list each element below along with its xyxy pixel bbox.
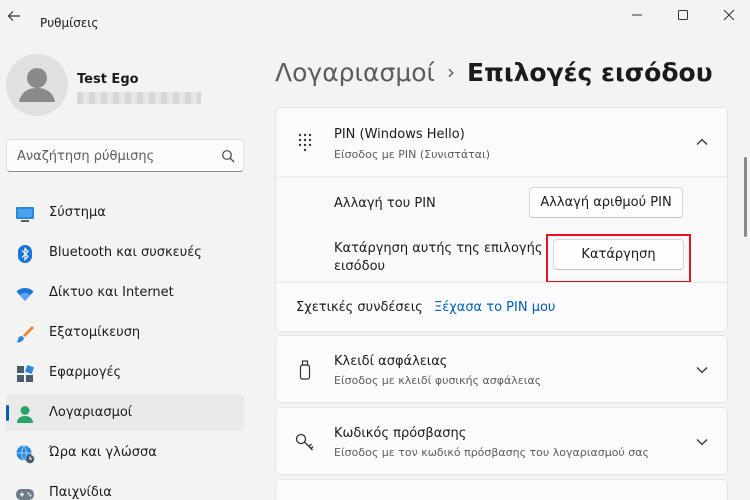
search-box[interactable]: Αναζήτηση ρύθμισης	[6, 139, 244, 172]
active-indicator	[6, 405, 9, 421]
security-key-title: Κλειδί ασφάλειας	[334, 354, 448, 369]
sidebar-item-network[interactable]: Δίκτυο και Internet	[6, 275, 244, 311]
sidebar-item-personalization[interactable]: Εξατομίκευση	[6, 315, 244, 351]
sidebar-item-gaming[interactable]: Παιχνίδια	[6, 475, 244, 500]
related-links: Σχετικές συνδέσεις Ξέχασα το PIN μου	[276, 282, 727, 331]
password-card[interactable]: Κωδικός πρόσβασης Είσοδος με τον κωδικό …	[275, 407, 728, 475]
search-icon[interactable]	[221, 149, 235, 163]
pin-card-body: Αλλαγή του PIN Αλλαγή αριθμού PIN Κατάργ…	[276, 176, 727, 283]
user-email-redacted	[77, 92, 201, 104]
usb-key-icon	[299, 360, 311, 380]
forgot-pin-link[interactable]: Ξέχασα το PIN μου	[434, 300, 555, 315]
next-card-partial[interactable]	[275, 479, 728, 500]
close-icon	[723, 9, 735, 21]
wifi-icon	[16, 287, 34, 301]
system-icon	[16, 207, 34, 222]
avatar[interactable]	[6, 54, 68, 116]
breadcrumb-separator: ›	[447, 60, 455, 84]
minimize-button[interactable]	[622, 4, 652, 26]
pin-card-header[interactable]: PIN (Windows Hello) Είσοδος με PIN (Συνι…	[276, 108, 727, 176]
close-button[interactable]	[714, 4, 744, 26]
sidebar-item-bluetooth[interactable]: Bluetooth και συσκευές	[6, 235, 244, 271]
apps-icon	[17, 365, 34, 382]
pin-card: PIN (Windows Hello) Είσοδος με PIN (Συνι…	[275, 107, 728, 332]
change-pin-button[interactable]: Αλλαγή αριθμού PIN	[529, 187, 683, 218]
gamepad-icon	[16, 489, 34, 500]
page-title: Επιλογές εισόδου	[467, 58, 713, 87]
maximize-button[interactable]	[668, 4, 698, 26]
key-icon	[295, 433, 314, 451]
minimize-icon	[632, 14, 642, 16]
remove-pin-label-line1: Κατάργηση αυτής της επιλογής	[334, 241, 543, 256]
password-subtitle: Είσοδος με τον κωδικό πρόσβασης του λογα…	[334, 446, 649, 459]
brush-icon	[16, 326, 34, 343]
maximize-icon	[678, 10, 688, 20]
security-key-subtitle: Είσοδος με κλειδί φυσικής ασφάλειας	[334, 374, 542, 387]
remove-pin-button[interactable]: Κατάργηση	[553, 239, 684, 270]
user-name: Test Ego	[77, 72, 139, 87]
breadcrumb-parent[interactable]: Λογαριασμοί	[275, 58, 435, 87]
sidebar-item-apps[interactable]: Εφαρμογές	[6, 355, 244, 391]
scrollbar[interactable]	[744, 157, 747, 237]
accounts-icon	[17, 406, 33, 423]
change-pin-label: Αλλαγή του PIN	[334, 196, 436, 211]
chevron-down-icon[interactable]	[695, 363, 709, 377]
bluetooth-icon	[18, 245, 32, 263]
sidebar-item-time-language[interactable]: Ώρα και γλώσσα	[6, 435, 244, 471]
sidebar-item-accounts[interactable]: Λογαριασμοί	[6, 395, 244, 431]
arrow-left-icon	[7, 11, 20, 21]
person-icon	[19, 68, 55, 102]
app-title: Ρυθμίσεις	[40, 16, 99, 30]
related-links-label: Σχετικές συνδέσεις	[296, 300, 423, 315]
search-input[interactable]: Αναζήτηση ρύθμισης	[17, 149, 154, 164]
title-bar: Ρυθμίσεις	[0, 0, 750, 32]
security-key-card[interactable]: Κλειδί ασφάλειας Είσοδος με κλειδί φυσικ…	[275, 335, 728, 403]
keypad-icon	[298, 133, 312, 152]
chevron-down-icon[interactable]	[695, 435, 709, 449]
pin-card-title: PIN (Windows Hello)	[334, 127, 465, 142]
breadcrumb: Λογαριασμοί › Επιλογές εισόδου	[275, 58, 713, 87]
pin-card-subtitle: Είσοδος με PIN (Συνιστάται)	[334, 148, 491, 161]
chevron-up-icon[interactable]	[695, 135, 709, 149]
globe-clock-icon	[16, 445, 35, 464]
sidebar-item-system[interactable]: Σύστημα	[6, 195, 244, 231]
remove-pin-label-line2: εισόδου	[334, 259, 386, 274]
password-title: Κωδικός πρόσβασης	[334, 426, 467, 441]
back-button[interactable]	[4, 6, 24, 26]
